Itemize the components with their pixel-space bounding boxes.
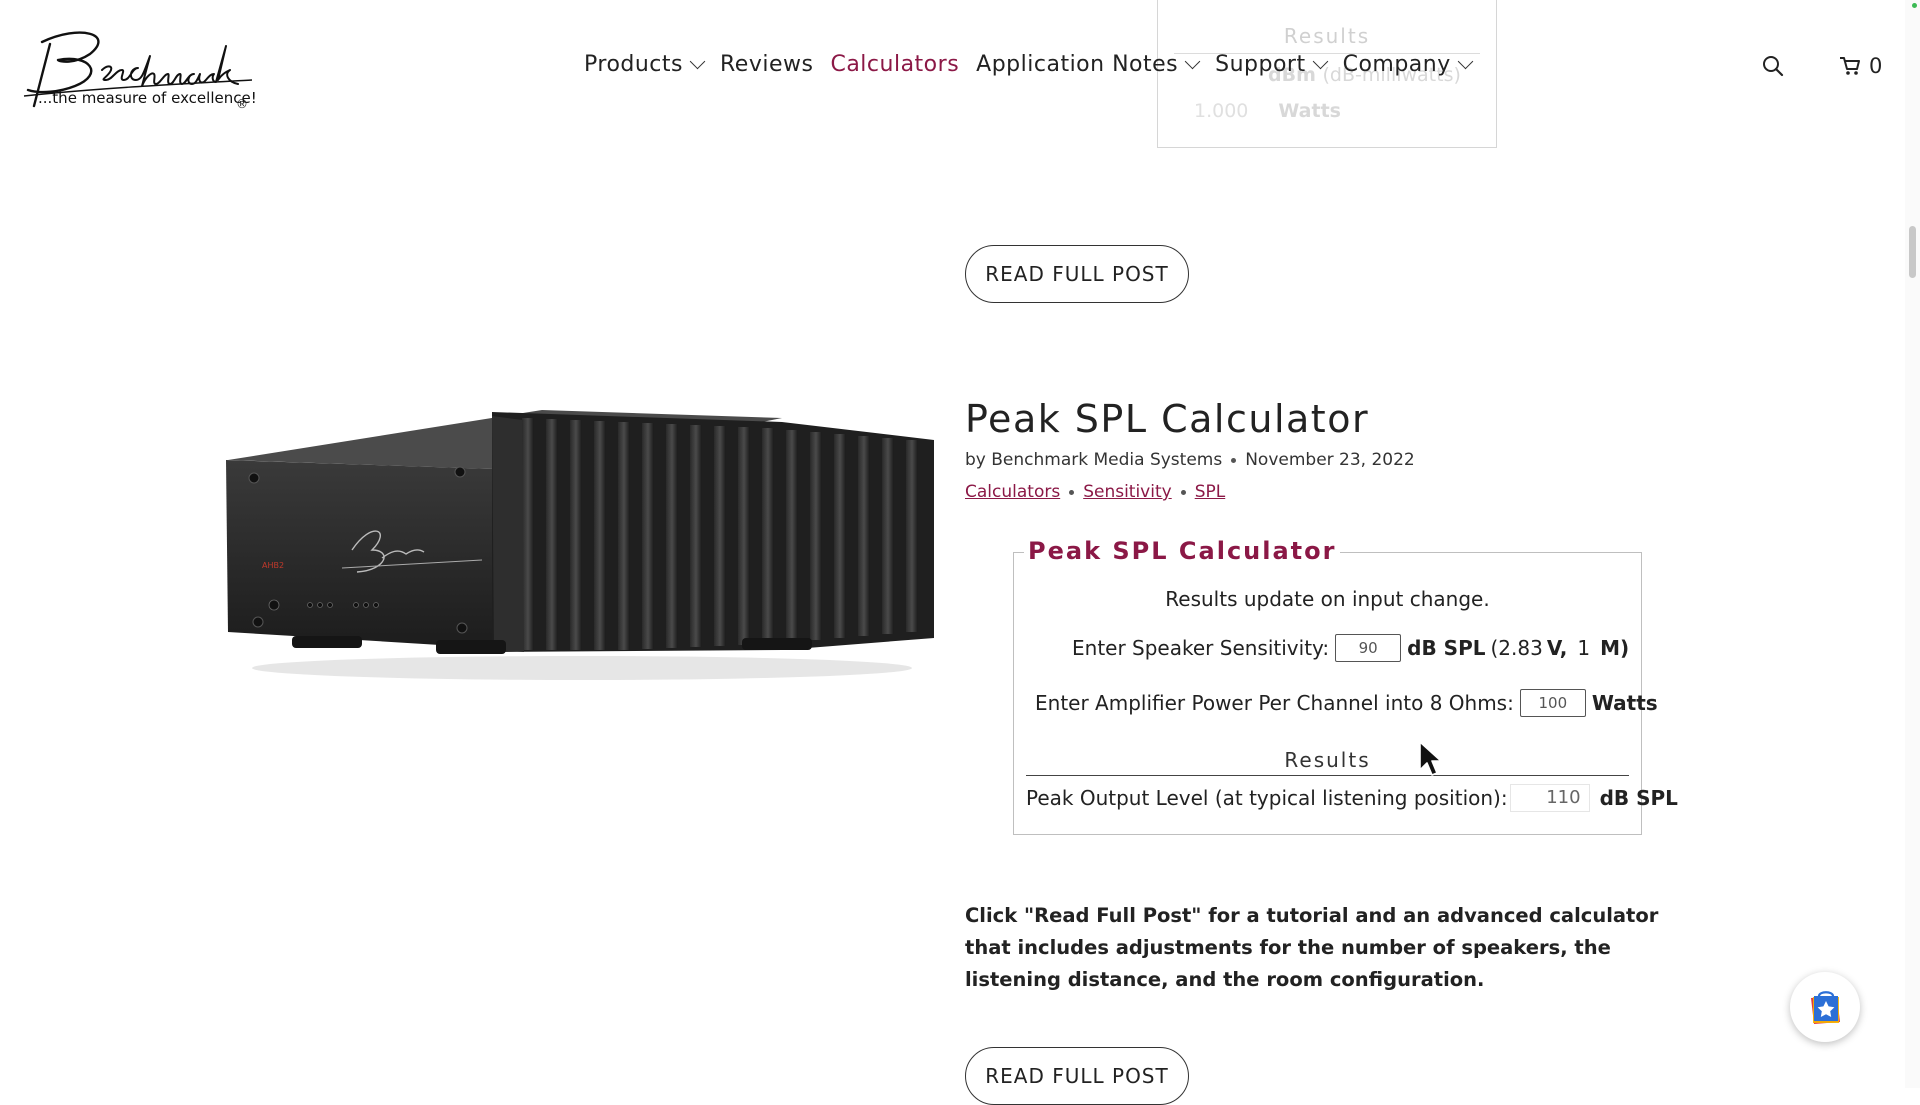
power-unit: Watts xyxy=(1591,691,1658,715)
page-scrollbar[interactable] xyxy=(1905,0,1920,1088)
nav-support[interactable]: Support xyxy=(1215,52,1328,77)
cart-icon xyxy=(1840,57,1860,75)
cart-button[interactable]: 0 xyxy=(1839,54,1882,78)
power-row: Enter Amplifier Power Per Channel into 8… xyxy=(1035,689,1658,717)
separator-dot xyxy=(1180,489,1186,495)
status-indicator-dot xyxy=(1912,3,1917,8)
output-label: Peak Output Level (at typical listening … xyxy=(1026,786,1508,810)
chevron-down-icon xyxy=(1312,53,1328,70)
sensitivity-label: Enter Speaker Sensitivity: xyxy=(1072,636,1330,660)
tag-spl[interactable]: SPL xyxy=(1195,482,1226,502)
power-input[interactable] xyxy=(1519,689,1586,717)
logo-tagline: ...the measure of excellence! xyxy=(38,89,257,107)
results-rule xyxy=(1026,775,1629,776)
post-author: by Benchmark Media Systems xyxy=(965,450,1223,470)
separator-dot xyxy=(1069,489,1075,495)
nav-products[interactable]: Products xyxy=(584,52,706,77)
nav-application-notes[interactable]: Application Notes xyxy=(976,52,1201,77)
results-heading: Results xyxy=(1284,748,1371,772)
sensitivity-ref-distance: 1 xyxy=(1577,636,1591,660)
post-title[interactable]: Peak SPL Calculator xyxy=(965,397,1369,441)
chevron-down-icon xyxy=(1457,53,1474,70)
site-header: ...the measure of excellence! ® Products… xyxy=(0,0,1905,130)
tag-calculators[interactable]: Calculators xyxy=(965,482,1060,502)
floating-shop-widget[interactable] xyxy=(1790,972,1860,1042)
sensitivity-ref-open: (2.83 xyxy=(1490,636,1543,660)
post-excerpt: Click "Read Full Post" for a tutorial an… xyxy=(965,904,1659,991)
output-value-field: 110 xyxy=(1509,784,1590,812)
main-nav: Products Reviews Calculators Application… xyxy=(584,52,1488,77)
search-icon[interactable] xyxy=(1762,55,1784,77)
nav-company[interactable]: Company xyxy=(1343,52,1474,77)
sensitivity-unit: dB SPL xyxy=(1407,636,1486,660)
output-unit: dB SPL xyxy=(1599,786,1678,810)
nav-calculators[interactable]: Calculators xyxy=(830,52,959,77)
mouse-cursor-icon xyxy=(1419,741,1442,776)
tag-sensitivity[interactable]: Sensitivity xyxy=(1083,482,1172,502)
post-tags: Calculators Sensitivity SPL xyxy=(965,482,1225,502)
power-label: Enter Amplifier Power Per Channel into 8… xyxy=(1035,691,1514,715)
sensitivity-ref-volts: V, xyxy=(1546,636,1568,660)
read-full-post-button[interactable]: READ FULL POST xyxy=(965,1047,1189,1105)
sensitivity-input[interactable] xyxy=(1335,634,1402,662)
separator-dot xyxy=(1231,457,1237,463)
post-meta: by Benchmark Media Systems November 23, … xyxy=(965,450,1415,470)
shopping-bag-star-icon xyxy=(1811,991,1840,1024)
sensitivity-row: Enter Speaker Sensitivity: dB SPL (2.83 … xyxy=(1072,634,1629,662)
output-row: Peak Output Level (at typical listening … xyxy=(1026,784,1678,812)
chevron-down-icon xyxy=(1184,53,1201,70)
post-date: November 23, 2022 xyxy=(1245,450,1415,470)
sensitivity-ref-meters: M) xyxy=(1600,636,1630,660)
registered-mark: ® xyxy=(236,97,248,111)
scrollbar-thumb[interactable] xyxy=(1909,226,1916,278)
amplifier-product-image[interactable]: AHB2 xyxy=(222,400,934,690)
chevron-down-icon xyxy=(689,53,706,70)
read-full-post-button[interactable]: READ FULL POST xyxy=(965,245,1189,303)
calculator-legend: Peak SPL Calculator xyxy=(1024,537,1341,565)
cart-count: 0 xyxy=(1869,54,1883,78)
svg-text:AHB2: AHB2 xyxy=(262,561,284,570)
nav-reviews[interactable]: Reviews xyxy=(720,52,813,77)
calculator-note: Results update on input change. xyxy=(1165,587,1490,611)
